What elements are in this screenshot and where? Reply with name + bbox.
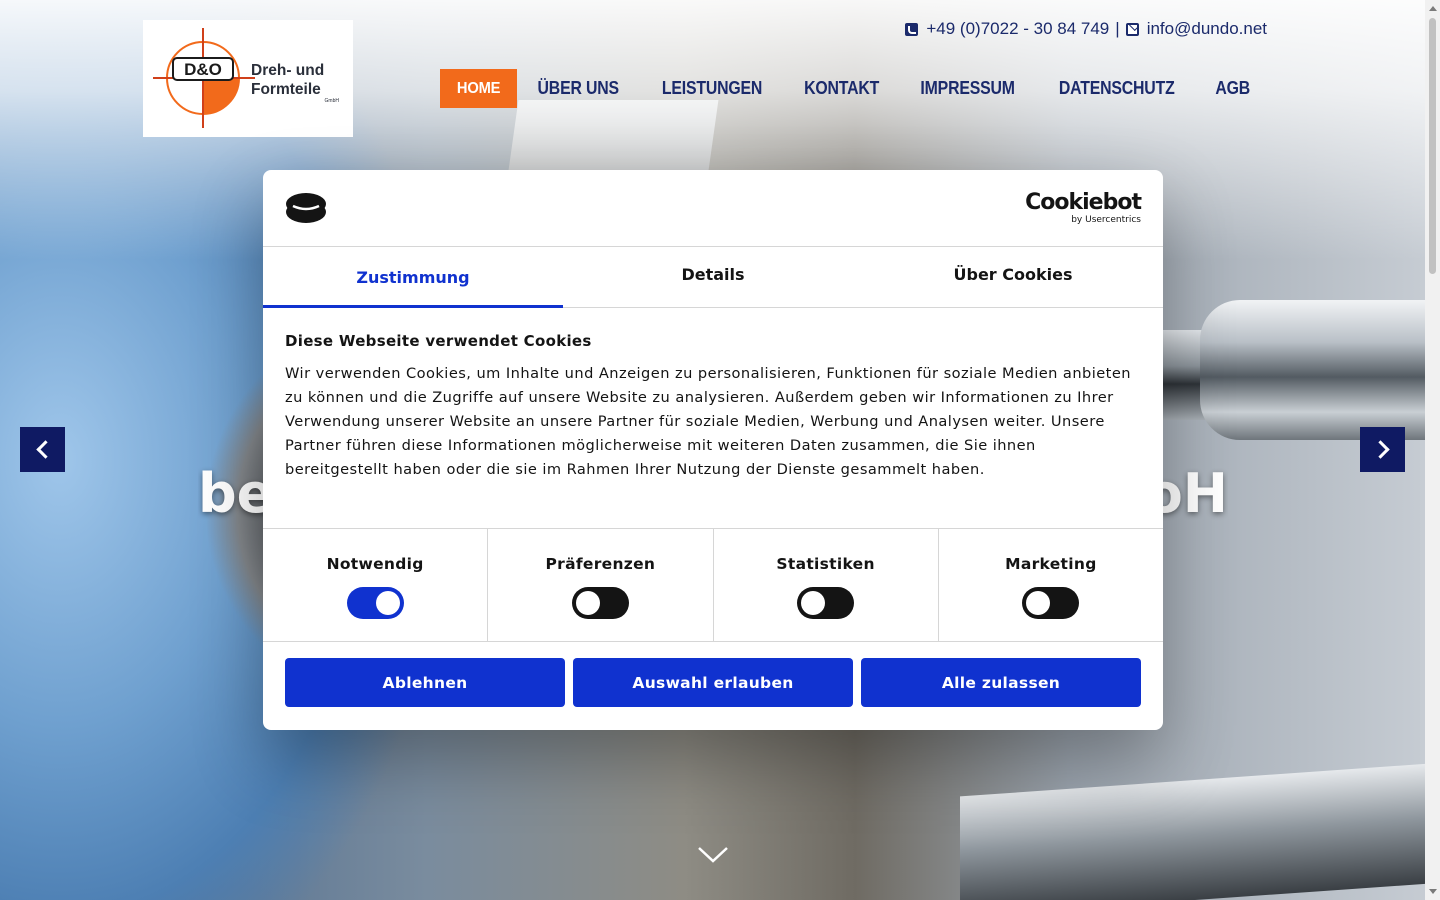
page-scrollbar[interactable] (1425, 0, 1440, 900)
toggle-marketing[interactable] (1022, 587, 1080, 619)
cookie-dialog-body: Diese Webseite verwendet Cookies Wir ver… (263, 308, 1163, 529)
carousel-prev-button[interactable] (20, 427, 65, 472)
logo-line-2: Formteile (251, 81, 321, 98)
nav-item-datenschutz[interactable]: DATENSCHUTZ (1046, 69, 1188, 108)
toggle-statistiken[interactable] (797, 587, 855, 619)
cookie-category-toggles: Notwendig Präferenzen Statistiken Market… (263, 529, 1163, 642)
category-label: Marketing (1005, 555, 1097, 573)
chevron-down-icon[interactable] (697, 846, 729, 864)
scroll-up-arrow-icon[interactable] (1429, 6, 1437, 11)
carousel-next-button[interactable] (1360, 427, 1405, 472)
tab-details[interactable]: Details (563, 247, 863, 307)
cookie-dialog-header: Cookiebot by Usercentrics (263, 170, 1163, 247)
allow-selection-button[interactable]: Auswahl erlauben (573, 658, 853, 707)
category-praeferenzen: Präferenzen (488, 529, 714, 641)
category-label: Statistiken (776, 555, 875, 573)
tab-ueber-cookies[interactable]: Über Cookies (863, 247, 1163, 307)
phone-square-icon (905, 22, 919, 36)
contact-phone[interactable]: +49 (0)7022 - 30 84 749 (926, 19, 1109, 39)
cookie-tabs: Zustimmung Details Über Cookies (263, 247, 1163, 308)
category-label: Präferenzen (545, 555, 656, 573)
nav-item-leistungen[interactable]: LEISTUNGEN (648, 69, 775, 108)
hero-title-left: be (198, 462, 274, 525)
logo-line-1: Dreh- und (251, 62, 324, 79)
cookiebot-brand-name: Cookiebot (1025, 190, 1142, 215)
cookie-dialog-text: Wir verwenden Cookies, um Inhalte und An… (285, 365, 1131, 478)
main-nav: HOME ÜBER UNS LEISTUNGEN KONTAKT IMPRESS… (440, 69, 1267, 108)
scrollbar-thumb[interactable] (1429, 18, 1436, 274)
cookiebot-brand[interactable]: Cookiebot by Usercentrics (1025, 190, 1142, 226)
site-logo[interactable]: D&O Dreh- und Formteile GmbH (143, 20, 353, 137)
toggle-knob (575, 591, 600, 615)
cookiebot-brand-sub: by Usercentrics (1071, 215, 1141, 225)
toggle-knob (375, 591, 400, 615)
cookie-dialog-buttons: Ablehnen Auswahl erlauben Alle zulassen (263, 642, 1163, 723)
toggle-praeferenzen[interactable] (571, 587, 629, 619)
nav-item-ueber-uns[interactable]: ÜBER UNS (525, 69, 633, 108)
cookie-dialog-heading: Diese Webseite verwendet Cookies (285, 332, 592, 350)
category-notwendig: Notwendig (263, 529, 489, 641)
logo-brand-text: D&O (184, 60, 222, 79)
decline-button[interactable]: Ablehnen (285, 658, 565, 707)
toggle-notwendig[interactable] (346, 587, 404, 619)
hero-image-spindle (1200, 300, 1425, 440)
contact-email[interactable]: info@dundo.net (1147, 19, 1267, 39)
nav-item-impressum[interactable]: IMPRESSUM (907, 69, 1028, 108)
nav-item-agb[interactable]: AGB (1202, 69, 1263, 108)
cookie-consent-dialog: Cookiebot by Usercentrics Zustimmung Det… (263, 170, 1163, 730)
tab-zustimmung[interactable]: Zustimmung (263, 247, 563, 308)
contact-bar: +49 (0)7022 - 30 84 749 | info@dundo.net (905, 19, 1267, 39)
hero-image-rail (960, 763, 1425, 900)
logo-crosshair-icon: D&O Dreh- und Formteile GmbH (153, 28, 340, 128)
contact-separator: | (1115, 19, 1120, 38)
cookiebot-logo-icon (286, 193, 326, 223)
nav-item-label: HOME (456, 79, 501, 97)
nav-item-home[interactable]: HOME (440, 69, 518, 108)
category-statistiken: Statistiken (714, 529, 939, 641)
scroll-down-arrow-icon[interactable] (1429, 889, 1437, 894)
category-marketing: Marketing (939, 529, 1163, 641)
logo-line-3: GmbH (325, 98, 340, 104)
toggle-knob (1026, 591, 1051, 615)
toggle-knob (801, 591, 826, 615)
nav-item-kontakt[interactable]: KONTAKT (791, 69, 892, 108)
allow-all-button[interactable]: Alle zulassen (861, 658, 1141, 707)
envelope-icon (1125, 22, 1139, 36)
category-label: Notwendig (326, 555, 424, 573)
